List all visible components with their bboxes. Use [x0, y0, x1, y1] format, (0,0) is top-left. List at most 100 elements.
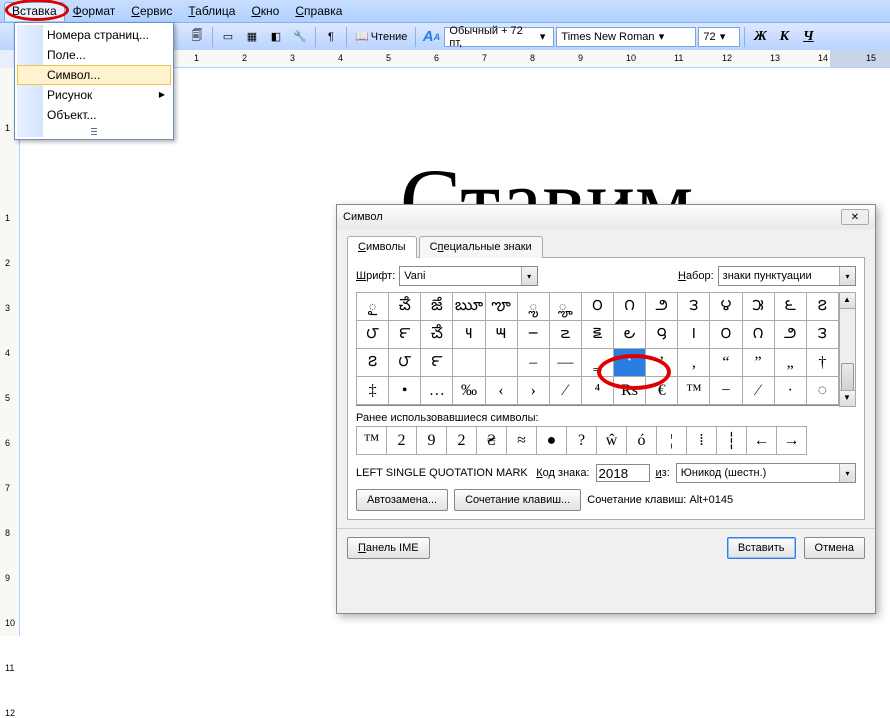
- recent-cell[interactable]: ™: [357, 427, 387, 455]
- symbol-cell[interactable]: ౼: [517, 321, 549, 349]
- symbol-cell[interactable]: ౫: [742, 293, 774, 321]
- symbol-cell[interactable]: ౯: [421, 349, 453, 377]
- menu-help[interactable]: Справка: [287, 2, 350, 20]
- ime-button[interactable]: Панель IME: [347, 537, 430, 559]
- symbol-cell[interactable]: ౧: [742, 321, 774, 349]
- recent-cell[interactable]: →: [777, 427, 807, 455]
- dialog-titlebar[interactable]: Символ ✕: [337, 205, 875, 229]
- menu-format[interactable]: Формат: [65, 2, 124, 20]
- menu-table[interactable]: Таблица: [180, 2, 243, 20]
- bold-button[interactable]: Ж: [749, 26, 771, 48]
- symbol-cell[interactable]: •: [389, 377, 421, 405]
- symbol-cell[interactable]: ౦: [581, 293, 613, 321]
- symbol-cell[interactable]: ‗: [581, 349, 613, 377]
- recent-cell[interactable]: ⁞: [687, 427, 717, 455]
- symbol-cell[interactable]: ”: [742, 349, 774, 377]
- symbol-cell[interactable]: ౭: [806, 293, 838, 321]
- symbol-cell[interactable]: ౘ: [389, 293, 421, 321]
- autocorrect-button[interactable]: Автозамена...: [356, 489, 448, 511]
- symbol-cell[interactable]: ౺: [453, 321, 485, 349]
- dd-field[interactable]: Поле...: [17, 45, 171, 65]
- font-select[interactable]: Vani▾: [399, 266, 537, 286]
- recent-cell[interactable]: ŵ: [597, 427, 627, 455]
- symbol-cell[interactable]: ›: [517, 377, 549, 405]
- symbol-cell[interactable]: ‘: [614, 349, 646, 377]
- recent-cell[interactable]: ?: [567, 427, 597, 455]
- symbol-cell[interactable]: ౣ: [549, 293, 581, 321]
- ruler-vertical[interactable]: 1123456789101112: [0, 68, 20, 636]
- symbol-cell[interactable]: ‡: [357, 377, 389, 405]
- tb-btn-3[interactable]: ▦: [241, 26, 263, 48]
- symbol-cell[interactable]: ౩: [806, 321, 838, 349]
- symbol-cell[interactable]: ౠ: [453, 293, 485, 321]
- symbol-cell[interactable]: ౨: [774, 321, 806, 349]
- symbol-cell[interactable]: [453, 349, 485, 377]
- symbol-cell[interactable]: ⁄: [549, 377, 581, 405]
- tb-btn-5[interactable]: 🔧: [289, 26, 311, 48]
- symbol-cell[interactable]: Rs: [614, 377, 646, 405]
- recent-cell[interactable]: ←: [747, 427, 777, 455]
- tab-symbols[interactable]: Символы: [347, 236, 417, 258]
- symbol-cell[interactable]: ™: [678, 377, 710, 405]
- symbol-cell[interactable]: ౹: [678, 321, 710, 349]
- tb-aa-icon[interactable]: AA: [420, 26, 442, 48]
- symbol-cell[interactable]: ౿: [614, 321, 646, 349]
- set-select[interactable]: знаки пунктуации▾: [718, 266, 856, 286]
- tb-btn-4[interactable]: ◧: [265, 26, 287, 48]
- symbol-cell[interactable]: ౢ: [517, 293, 549, 321]
- font-selector[interactable]: Times New Roman▾: [556, 27, 696, 47]
- recent-cell[interactable]: ó: [627, 427, 657, 455]
- symbol-cell[interactable]: ౻: [485, 321, 517, 349]
- tb-btn-2[interactable]: ▭: [217, 26, 239, 48]
- symbol-cell[interactable]: ౡ: [485, 293, 517, 321]
- menu-tools[interactable]: Сервис: [123, 2, 180, 20]
- symbol-cell[interactable]: ’: [646, 349, 678, 377]
- code-input[interactable]: [596, 464, 650, 482]
- symbol-cell[interactable]: €: [646, 377, 678, 405]
- symbol-cell[interactable]: ౸: [646, 321, 678, 349]
- cancel-button[interactable]: Отмена: [804, 537, 865, 559]
- symbol-cell[interactable]: …: [421, 377, 453, 405]
- grid-scrollbar[interactable]: ▲▼: [839, 292, 856, 407]
- recent-cell[interactable]: ●: [537, 427, 567, 455]
- symbol-cell[interactable]: ౭: [357, 349, 389, 377]
- recent-cell[interactable]: ┆: [717, 427, 747, 455]
- symbol-cell[interactable]: ౽: [549, 321, 581, 349]
- symbol-cell[interactable]: ‹: [485, 377, 517, 405]
- symbol-cell[interactable]: ౯: [389, 321, 421, 349]
- symbol-cell[interactable]: ‰: [453, 377, 485, 405]
- dd-symbol[interactable]: Символ...: [17, 65, 171, 85]
- size-selector[interactable]: 72▾: [698, 27, 740, 47]
- recent-cell[interactable]: 9: [417, 427, 447, 455]
- recent-cell[interactable]: 2: [387, 427, 417, 455]
- symbol-cell[interactable]: ౮: [389, 349, 421, 377]
- symbol-cell[interactable]: ⁴: [581, 377, 613, 405]
- symbol-cell[interactable]: ౖ: [357, 293, 389, 321]
- symbol-cell[interactable]: ◌: [806, 377, 838, 405]
- from-select[interactable]: Юникод (шестн.)▾: [676, 463, 856, 483]
- symbol-cell[interactable]: ౙ: [421, 293, 453, 321]
- symbol-cell[interactable]: [485, 349, 517, 377]
- symbol-cell[interactable]: ౩: [678, 293, 710, 321]
- symbol-cell[interactable]: —: [549, 349, 581, 377]
- symbol-cell[interactable]: ౨: [646, 293, 678, 321]
- tb-read-mode[interactable]: 📖 Чтение: [351, 30, 411, 43]
- symbol-cell[interactable]: –: [517, 349, 549, 377]
- dd-picture[interactable]: Рисунок: [17, 85, 171, 105]
- symbol-cell[interactable]: ౬: [774, 293, 806, 321]
- symbol-cell[interactable]: ౘ: [421, 321, 453, 349]
- close-button[interactable]: ✕: [841, 209, 869, 225]
- insert-button[interactable]: Вставить: [727, 537, 796, 559]
- recent-cell[interactable]: ₴: [477, 427, 507, 455]
- symbol-cell[interactable]: “: [710, 349, 742, 377]
- symbol-cell[interactable]: ‚: [678, 349, 710, 377]
- symbol-cell[interactable]: ∙: [774, 377, 806, 405]
- symbol-cell[interactable]: −: [710, 377, 742, 405]
- symbol-cell[interactable]: ౧: [614, 293, 646, 321]
- italic-button[interactable]: К: [773, 26, 795, 48]
- dd-object[interactable]: Объект...: [17, 105, 171, 125]
- symbol-cell[interactable]: ౮: [357, 321, 389, 349]
- symbol-cell[interactable]: †: [806, 349, 838, 377]
- symbol-cell[interactable]: „: [774, 349, 806, 377]
- dd-page-numbers[interactable]: Номера страниц...: [17, 25, 171, 45]
